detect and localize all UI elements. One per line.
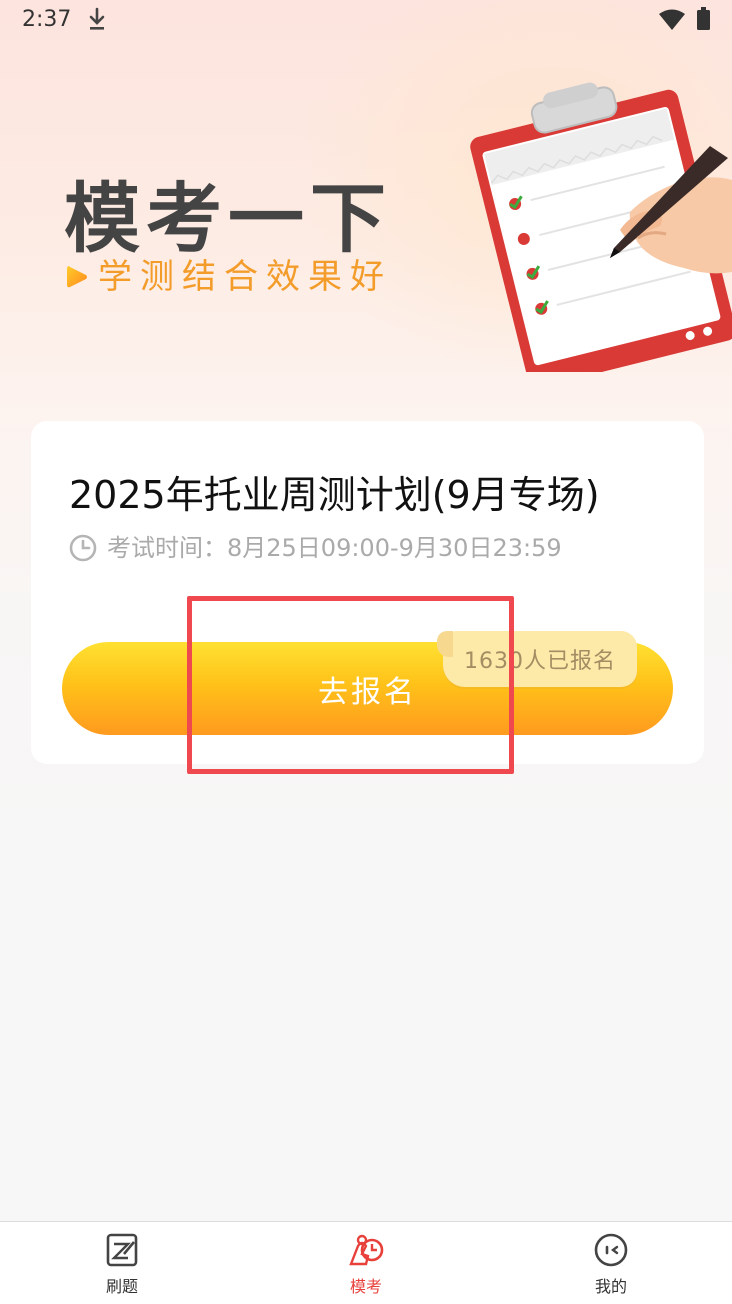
signup-button-label: 去报名 <box>318 675 417 709</box>
hero-title: 模考一下 <box>64 174 392 263</box>
download-icon <box>89 7 105 30</box>
nav-label-mock-exam: 模考 <box>349 1277 382 1296</box>
wifi-icon <box>659 9 685 30</box>
profile-icon <box>594 1233 628 1267</box>
status-bar: 2:37 <box>0 0 732 40</box>
hero-subtitle: 学测结合效果好 <box>98 257 392 297</box>
nav-item-mock-exam[interactable]: 模考 <box>306 1222 426 1304</box>
nav-item-profile[interactable]: 我的 <box>551 1222 671 1304</box>
status-time: 2:37 <box>22 7 72 32</box>
nav-label-profile: 我的 <box>594 1277 627 1296</box>
bottom-nav: 刷题 模考 我的 <box>0 1221 732 1304</box>
exam-time: 考试时间：8月25日09:00-9月30日23:59 <box>107 534 562 562</box>
practice-icon <box>106 1233 138 1267</box>
signup-count-text: 1630人已报名 <box>464 649 616 674</box>
screen: 2:37 模考一下 学测结合效果好 2025年托业周测计划(9月专场) 考试时间… <box>0 0 732 1304</box>
clipboard-illustration <box>470 82 732 372</box>
exam-card: 2025年托业周测计划(9月专场) 考试时间：8月25日09:00-9月30日2… <box>31 421 704 764</box>
nav-item-practice[interactable]: 刷题 <box>62 1222 182 1304</box>
play-icon <box>67 266 87 288</box>
exam-title: 2025年托业周测计划(9月专场) <box>69 473 600 517</box>
clock-icon <box>69 534 97 562</box>
battery-icon <box>697 7 710 30</box>
nav-label-practice: 刷题 <box>105 1277 138 1296</box>
mock-exam-icon <box>349 1234 384 1266</box>
signup-count-badge: 1630人已报名 <box>437 631 637 687</box>
